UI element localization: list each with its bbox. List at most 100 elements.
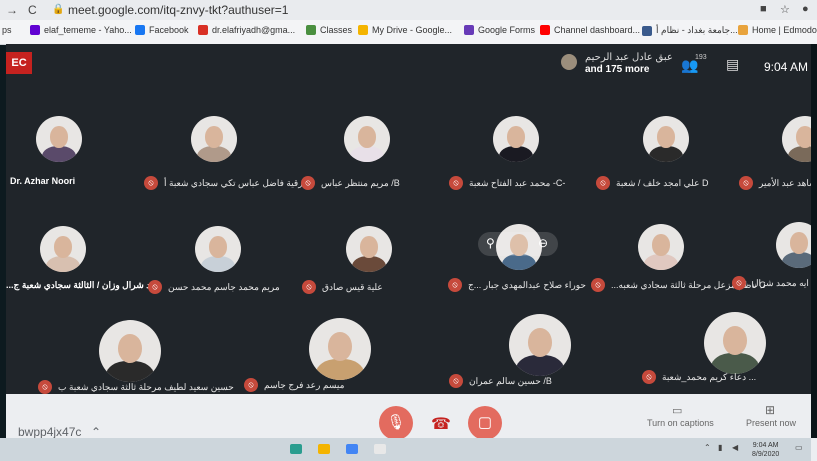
bookmark-item[interactable]: elaf_tememe - Yaho... [30,25,132,35]
participant-avatar[interactable] [195,226,241,272]
recording-badge: EC [6,52,32,74]
mic-muted-icon: ⦸ [38,380,52,394]
participant-avatar[interactable] [509,314,571,376]
avatar-face [357,126,377,149]
tile-hover-controls: ⚲ ⊖ [478,232,558,256]
avatar-body [316,358,364,380]
participant-avatar[interactable] [191,116,237,162]
mic-muted-icon: ⦸ [448,278,462,292]
address-bar[interactable]: meet.google.com/itq-znvy-tkt?authuser=1 [68,3,288,17]
participant-label: ⦸ حوراء صلاح عبدالمهدي جبار ...ج [448,278,586,292]
lock-icon[interactable]: 🔒 [52,4,64,15]
participant-label: Dr. Azhar Noori [10,176,75,186]
participant-avatar[interactable] [643,116,689,162]
mic-muted-icon: ⦸ [591,278,605,292]
participant-avatar[interactable] [493,116,539,162]
taskbar-chrome-icon[interactable] [346,444,358,454]
avatar-face [53,236,73,259]
captions-icon[interactable]: ▭ [672,404,682,417]
avatar-face [327,331,353,362]
bookmark-item[interactable]: Channel dashboard... [540,25,640,35]
participant-name: حسين سالم عمران /B [469,375,552,386]
participant-name: علي امجد خلف / شعبة D [616,177,709,188]
avatar-face [789,232,809,255]
participant-name: Dr. Azhar Noori [10,176,76,186]
participant-name: مريم محمد جاسم محمد حسن [168,281,280,292]
participant-name: حوراء صلاح عبدالمهدي جبار ...ج [468,279,586,290]
mic-muted-icon: ⦸ [642,370,656,384]
bookmark-label: Home | Edmodo [752,25,817,35]
mic-toggle-button[interactable]: 🎙 [379,406,413,440]
camera-icon[interactable]: ■ [760,3,767,15]
present-button[interactable]: Present now [746,418,796,428]
avatar-body [200,256,236,272]
classroom-icon [306,25,316,35]
youtube-icon [540,25,550,35]
bookmark-item[interactable]: Google Forms [464,25,535,35]
bookmark-item[interactable]: My Drive - Google... [358,25,452,35]
facebook-icon [135,25,145,35]
mic-muted-icon: ⦸ [449,176,463,190]
participant-label: ⦸ فاطمة ساهد عبد الأمير [739,176,817,190]
bookmark-label: My Drive - Google... [372,25,453,35]
tray-chevron-icon[interactable]: ⌃ [704,443,711,452]
pin-icon[interactable]: ⚲ [486,236,495,250]
participant-avatar[interactable] [344,116,390,162]
avatar-face [506,126,526,149]
hang-up-button[interactable]: ☎ [431,414,451,434]
avatar-body [351,256,387,272]
mic-muted-icon: ⦸ [732,276,746,290]
bookmark-item[interactable]: Classes [306,25,352,35]
os-taskbar: ⌃ ▮ ◀ 9:04 AM 8/9/2020 ▭ [0,438,811,461]
participant-avatar[interactable] [346,226,392,272]
reload-icon[interactable]: C [28,3,37,17]
bookmark-apps[interactable]: ps [2,25,12,35]
meeting-code[interactable]: bwpp4jx47c [18,425,81,439]
participant-avatar[interactable] [40,226,86,272]
avatar-face [527,327,553,358]
bookmark-item[interactable]: Home | Edmodo [738,25,817,35]
participant-label: ⦸ دعاء كريم محمد_شعبة ... [642,370,756,384]
participant-name: مريم منتظر عباس /B [321,177,400,188]
taskbar-folder-icon[interactable] [318,444,330,454]
participant-avatar[interactable] [704,312,766,374]
present-icon[interactable]: ⊞ [765,403,775,417]
bookmark-item[interactable]: جامعة بغداد - نظام أ... [642,25,738,36]
avatar-face [49,126,69,149]
taskbar-app-icon[interactable] [290,444,302,454]
notifications-icon[interactable]: ▭ [795,443,803,452]
participant-name: ميسم رعد فرج جاسم [264,379,345,390]
chat-icon[interactable]: ▤ [726,56,739,73]
profile-icon[interactable]: ● [802,3,809,15]
remove-icon[interactable]: ⊖ [538,236,548,250]
participant-avatar[interactable] [638,224,684,270]
mic-muted-icon: ⦸ [148,280,162,294]
network-icon[interactable]: ▮ [718,443,722,452]
volume-icon[interactable]: ◀ [732,443,738,452]
mic-muted-icon: ⦸ [449,374,463,388]
bookmark-label: Channel dashboard... [554,25,641,35]
avatar-body [498,146,534,162]
captions-button[interactable]: Turn on captions [647,418,714,428]
mic-muted-icon: ⦸ [144,176,158,190]
bookmark-item[interactable]: dr.elafriyadh@gma... [198,25,295,35]
taskbar-app-icon-2[interactable] [374,444,386,454]
chevron-up-icon[interactable]: ⌃ [91,425,101,439]
avatar-face [359,236,379,259]
drive-icon [358,25,368,35]
participant-name: دعاء كريم محمد_شعبة ... [662,371,757,382]
camera-toggle-button[interactable]: ▢ [468,406,502,440]
bookmark-label: elaf_tememe - Yaho... [44,25,132,35]
participant-avatar[interactable] [309,318,371,380]
bookmark-item[interactable]: Facebook [135,25,189,35]
participant-avatar[interactable] [36,116,82,162]
avatar-face [204,126,224,149]
forward-icon[interactable]: → [6,3,18,17]
participant-name: ايه محمد شرال [752,277,809,288]
participant-label: ⦸ ميسم رعد فرج جاسم [244,378,344,392]
participant-avatar[interactable] [99,320,161,382]
avatar-face [208,236,228,259]
participant-label: ...ـد شرال وزان / الثالثة سجادي شعبة ج [6,280,154,291]
participant-label: ⦸ ايه محمد شرال [732,276,809,290]
bookmark-star-icon[interactable]: ☆ [780,3,790,16]
